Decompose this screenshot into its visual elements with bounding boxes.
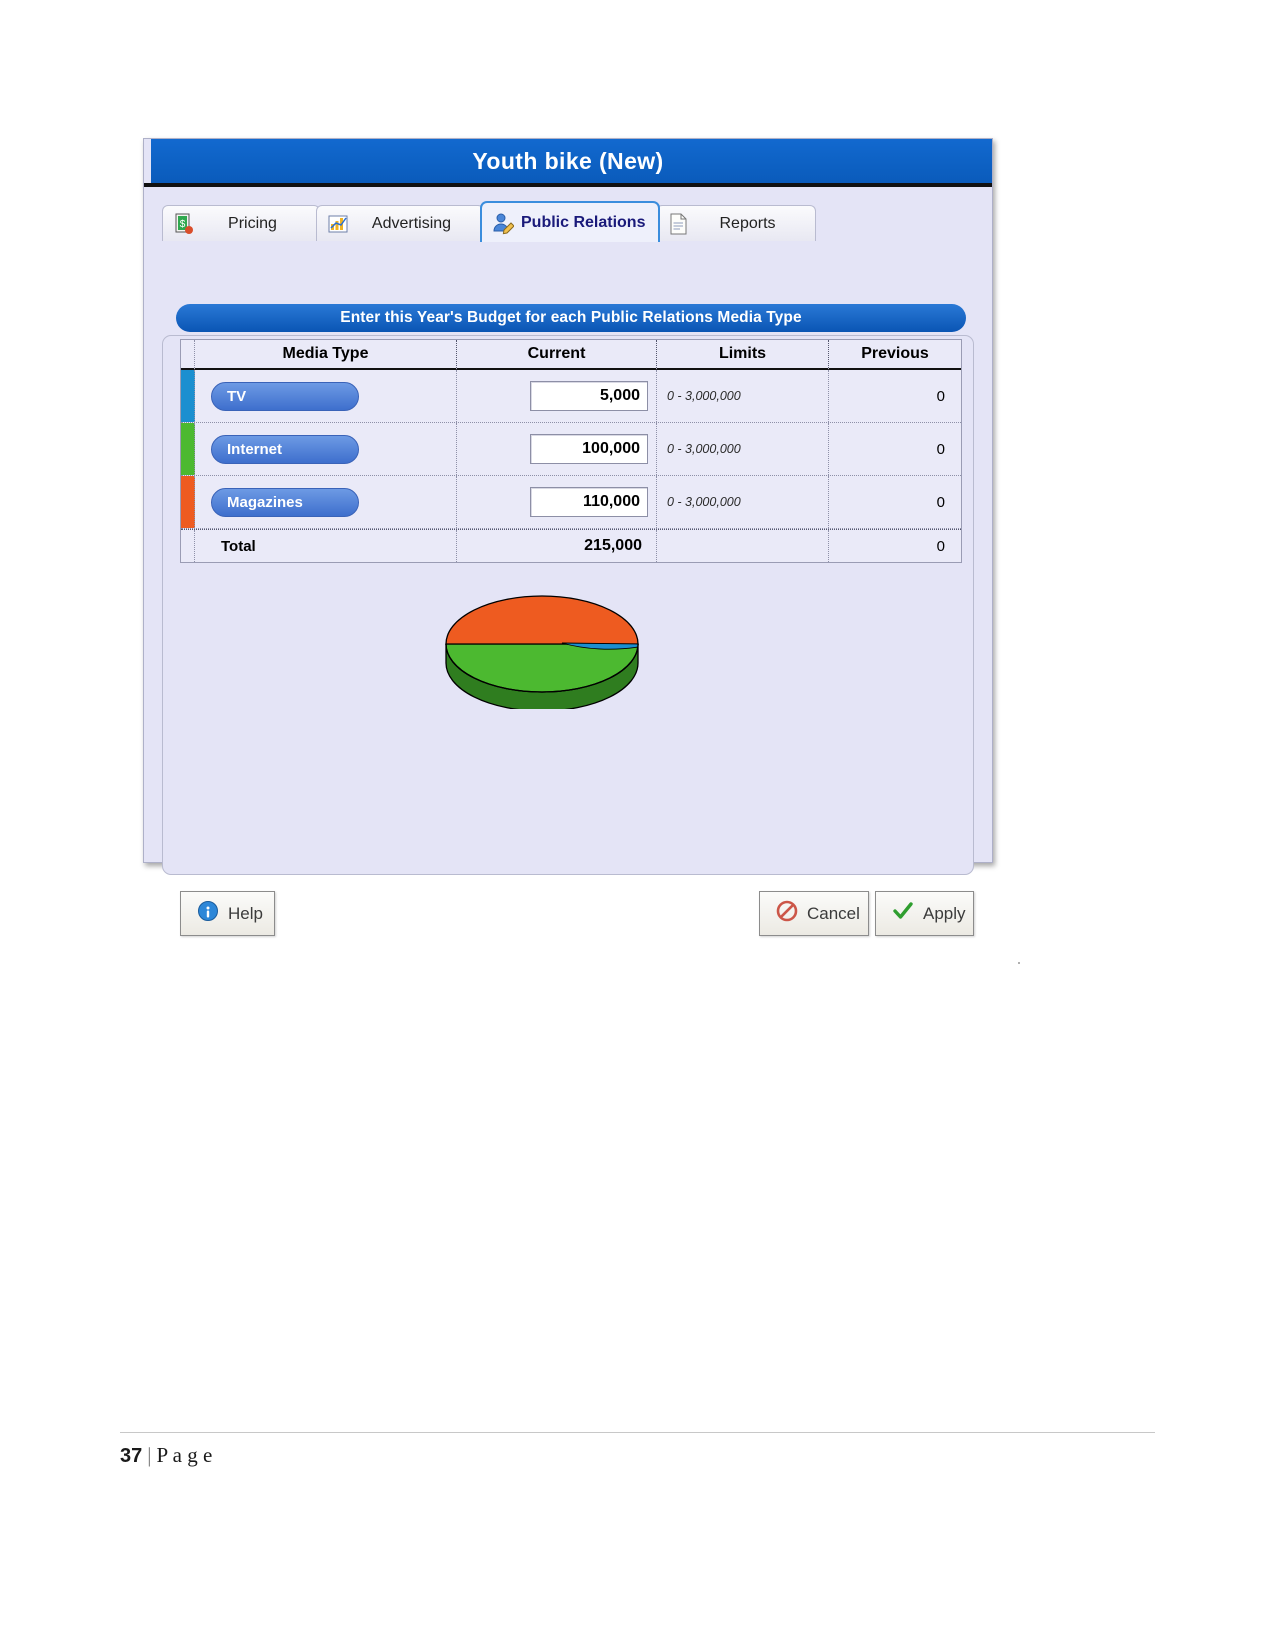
tab-pricing[interactable]: $ Pricing [162, 205, 320, 241]
title-bar: Youth bike (New) [144, 139, 992, 187]
header-previous: Previous [829, 340, 961, 370]
tab-pricing-label: Pricing [228, 214, 277, 232]
current-value-tv: 5,000 [599, 387, 640, 404]
footer-separator: | [147, 1443, 152, 1467]
footer-page-label: P a g e [156, 1443, 213, 1467]
current-input-internet[interactable]: 100,000 [530, 434, 648, 464]
header-limits: Limits [657, 340, 829, 370]
page-title: Youth bike (New) [472, 147, 664, 174]
apply-button[interactable]: Apply [875, 891, 974, 936]
page-footer: 37 | P a g e [120, 1432, 1155, 1468]
bar-chart-icon [327, 212, 349, 236]
header-color-cell [181, 340, 195, 370]
current-cell-magazines: 110,000 [457, 476, 657, 528]
total-label: Total [195, 530, 457, 562]
current-input-magazines[interactable]: 110,000 [530, 487, 648, 517]
tab-public-relations-label: Public Relations [521, 213, 646, 231]
help-button-label: Help [228, 903, 263, 923]
cancel-button-label: Cancel [807, 903, 860, 923]
media-pill-label-internet: Internet [227, 440, 283, 458]
tab-public-relations[interactable]: Public Relations [480, 201, 660, 242]
budget-pie-chart [442, 579, 642, 712]
limits-cell-tv: 0 - 3,000,000 [657, 370, 829, 422]
media-type-cell-internet: Internet [195, 423, 457, 475]
footer-text: 37 | P a g e [120, 1443, 1155, 1468]
total-current: 215,000 [457, 530, 657, 562]
media-type-cell-tv: TV [195, 370, 457, 422]
current-value-magazines: 110,000 [583, 493, 640, 510]
dialog-window: Youth bike (New) $ Pricing Advertising P… [143, 138, 993, 936]
total-color-cell [181, 530, 195, 562]
row-color-indicator-magazines [181, 476, 195, 528]
current-input-tv[interactable]: 5,000 [530, 381, 648, 411]
limits-value-internet: 0 - 3,000,000 [667, 442, 741, 456]
tab-advertising-label: Advertising [371, 214, 452, 232]
media-pill-tv[interactable]: TV [211, 381, 359, 411]
current-value-internet: 100,000 [582, 440, 640, 457]
person-edit-icon [492, 211, 515, 235]
limits-value-tv: 0 - 3,000,000 [667, 389, 741, 403]
document-icon [667, 212, 689, 236]
table-row: Magazines 110,000 0 - 3,000,000 0 [181, 476, 961, 529]
tab-reports-label: Reports [719, 214, 776, 232]
row-color-indicator-tv [181, 370, 195, 422]
tab-advertising[interactable]: Advertising [316, 205, 484, 241]
previous-value-internet: 0 [936, 440, 945, 458]
svg-text:$: $ [180, 219, 186, 230]
header-media-type: Media Type [195, 340, 457, 370]
table-total-row: Total 215,000 0 [181, 529, 961, 562]
info-icon [197, 900, 219, 927]
tab-strip: $ Pricing Advertising Public Relations R… [162, 201, 992, 243]
current-cell-tv: 5,000 [457, 370, 657, 422]
media-pill-internet[interactable]: Internet [211, 434, 359, 464]
current-cell-internet: 100,000 [457, 423, 657, 475]
previous-value-magazines: 0 [936, 493, 945, 511]
table-row: Internet 100,000 0 - 3,000,000 0 [181, 423, 961, 476]
page-number: 37 [120, 1445, 143, 1467]
header-current: Current [457, 340, 657, 370]
cancel-icon [776, 900, 798, 927]
limits-value-magazines: 0 - 3,000,000 [667, 495, 741, 509]
previous-cell-magazines: 0 [829, 476, 961, 528]
row-color-indicator-internet [181, 423, 195, 475]
media-pill-label-magazines: Magazines [227, 493, 303, 511]
previous-cell-internet: 0 [829, 423, 961, 475]
footer-divider [120, 1432, 1155, 1433]
media-budget-table: Media Type Current Limits Previous TV 5,… [180, 339, 962, 563]
total-limits [657, 530, 829, 562]
title-bar-corner [144, 139, 151, 183]
previous-value-tv: 0 [936, 387, 945, 405]
total-previous: 0 [936, 537, 945, 555]
media-type-cell-magazines: Magazines [195, 476, 457, 528]
media-pill-magazines[interactable]: Magazines [211, 487, 359, 517]
media-pill-label-tv: TV [227, 387, 247, 405]
previous-cell-tv: 0 [829, 370, 961, 422]
pricing-tag-icon: $ [173, 212, 195, 236]
check-icon [892, 900, 914, 927]
table-header-row: Media Type Current Limits Previous [181, 340, 961, 370]
help-button[interactable]: Help [180, 891, 275, 936]
table-row: TV 5,000 0 - 3,000,000 0 [181, 370, 961, 423]
budget-banner-label: Enter this Year's Budget for each Public… [340, 309, 802, 326]
stray-mark [1018, 962, 1020, 964]
tab-reports[interactable]: Reports [656, 205, 816, 241]
limits-cell-internet: 0 - 3,000,000 [657, 423, 829, 475]
cancel-button[interactable]: Cancel [759, 891, 869, 936]
limits-cell-magazines: 0 - 3,000,000 [657, 476, 829, 528]
budget-banner: Enter this Year's Budget for each Public… [176, 304, 966, 332]
apply-button-label: Apply [923, 903, 966, 923]
